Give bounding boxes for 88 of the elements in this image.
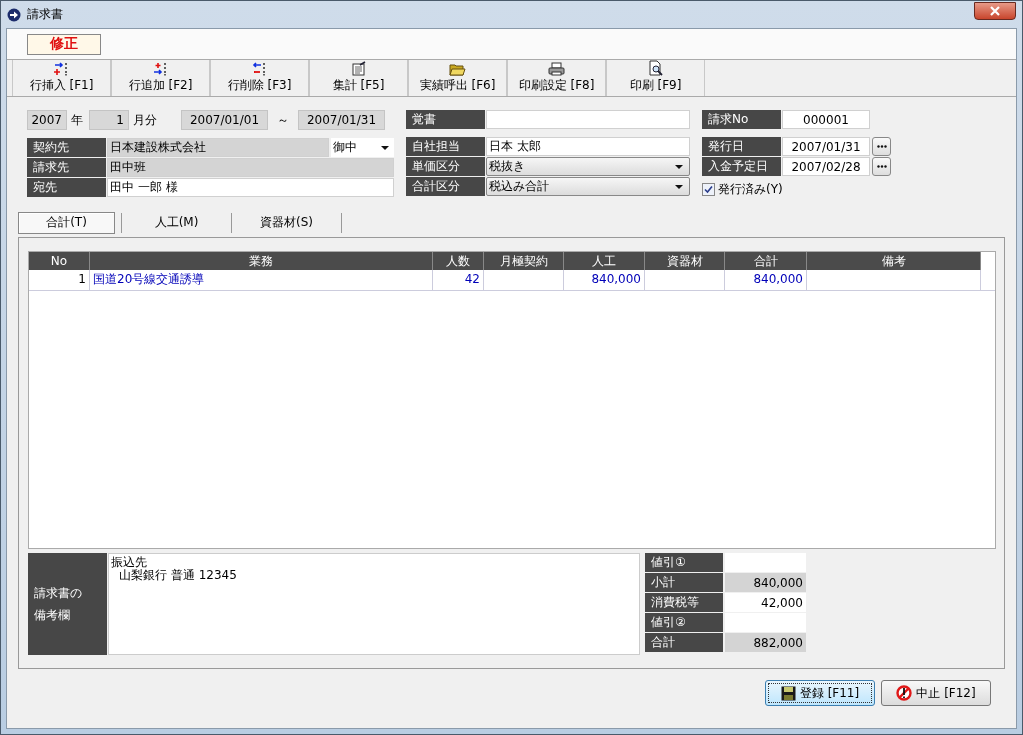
month-unit-label: 月分 <box>133 111 157 129</box>
date-field[interactable]: 2007/02/28 <box>782 157 870 176</box>
year-field[interactable]: 2007 <box>27 110 67 130</box>
tab[interactable]: 合計(T) <box>18 211 115 234</box>
column-header: 業務 <box>90 252 433 270</box>
start-date-field: 2007/01/01 <box>181 110 268 130</box>
close-button[interactable] <box>974 1 1016 20</box>
amount-field[interactable] <box>725 613 806 632</box>
close-icon <box>989 5 1001 16</box>
field-label: 発行日 <box>702 137 781 156</box>
delete-row-icon <box>251 62 268 76</box>
table-cell: 国道20号線交通誘導 <box>90 270 433 290</box>
total-label: 小計 <box>645 573 723 592</box>
dropdown-arrow-icon <box>675 164 683 169</box>
year-unit-label: 年 <box>71 111 83 129</box>
dropdown-arrow-icon <box>675 184 683 189</box>
printer-icon <box>548 62 565 76</box>
month-field[interactable]: 1 <box>89 110 129 130</box>
insert-row-icon <box>53 62 70 76</box>
range-separator: ～ <box>277 111 289 129</box>
cancel-button[interactable]: 中止 [F12] <box>881 680 991 706</box>
column-header: 資器材 <box>645 252 725 270</box>
field-label: 単価区分 <box>406 157 485 176</box>
table-cell: 840,000 <box>564 270 645 290</box>
prohibited-icon <box>896 685 913 701</box>
dropdown[interactable]: 税込み合計 <box>486 177 690 196</box>
amount-field[interactable]: 840,000 <box>725 573 806 592</box>
ellipsis-icon <box>876 165 887 168</box>
toolbar-button[interactable]: 印刷設定 [F8] <box>507 60 606 96</box>
text-field[interactable]: 田中班 <box>107 158 394 177</box>
field-label: 請求先 <box>27 158 106 177</box>
dropdown-arrow-icon <box>381 145 389 150</box>
field-label: 宛先 <box>27 178 106 197</box>
column-header: 備考 <box>807 252 981 270</box>
document-icon <box>350 61 367 76</box>
honorific-dropdown[interactable]: 御中 <box>331 138 394 157</box>
date-picker-button[interactable] <box>872 157 891 176</box>
date-picker-button[interactable] <box>872 137 891 156</box>
memo-field[interactable] <box>486 110 690 129</box>
total-label: 値引① <box>645 553 723 572</box>
ellipsis-icon <box>876 145 887 148</box>
field-label: 合計区分 <box>406 177 485 196</box>
toolbar-button[interactable]: 印刷 [F9] <box>606 60 705 96</box>
add-row-icon <box>152 62 169 76</box>
field-label: 自社担当 <box>406 137 485 156</box>
column-header: No <box>29 252 90 270</box>
invoice-number-field[interactable]: 000001 <box>782 110 870 129</box>
window-title: 請求書 <box>27 6 63 23</box>
total-label: 合計 <box>645 633 723 652</box>
column-header: 合計 <box>725 252 807 270</box>
field-label: 覚書 <box>406 110 485 129</box>
total-label: 値引② <box>645 613 723 632</box>
toolbar-button[interactable]: 行削除 [F3] <box>210 60 309 96</box>
folder-icon <box>449 62 466 76</box>
mode-label: 修正 <box>27 33 101 55</box>
column-header: 人工 <box>564 252 645 270</box>
toolbar-button[interactable]: 実績呼出 [F6] <box>408 60 507 96</box>
remarks-label: 請求書の備考欄 <box>28 553 107 655</box>
arrow-circle-icon <box>7 7 21 22</box>
amount-field[interactable] <box>725 553 806 572</box>
table-cell: 840,000 <box>725 270 807 290</box>
toolbar-button[interactable]: 行追加 [F2] <box>111 60 210 96</box>
remarks-field[interactable]: 振込先 山梨銀行 普通 12345 <box>108 553 640 655</box>
text-field[interactable]: 田中 一郎 様 <box>107 178 394 197</box>
tab[interactable]: 資器材(S) <box>238 211 335 234</box>
field-label: 入金予定日 <box>702 157 781 176</box>
text-field[interactable]: 日本 太郎 <box>486 137 690 156</box>
amount-field[interactable]: 882,000 <box>725 633 806 652</box>
end-date-field: 2007/01/31 <box>298 110 385 130</box>
field-label: 請求No <box>702 110 781 129</box>
text-field[interactable]: 日本建設株式会社 <box>107 138 329 157</box>
field-label: 契約先 <box>27 138 106 157</box>
total-label: 消費税等 <box>645 593 723 612</box>
dropdown[interactable]: 税抜き <box>486 157 690 176</box>
table-cell: 42 <box>433 270 484 290</box>
toolbar-button[interactable]: 集計 [F5] <box>309 60 408 96</box>
date-field[interactable]: 2007/01/31 <box>782 137 870 156</box>
toolbar-button[interactable]: 行挿入 [F1] <box>12 60 111 96</box>
checkbox[interactable] <box>702 183 715 196</box>
save-button[interactable]: 登録 [F11] <box>765 680 875 706</box>
column-header: 人数 <box>433 252 484 270</box>
remarks-line: 山梨銀行 普通 12345 <box>118 569 238 582</box>
amount-field[interactable]: 42,000 <box>725 593 806 612</box>
tab[interactable]: 人工(M) <box>128 211 225 234</box>
remarks-line: 振込先 <box>111 556 148 569</box>
table-cell: 1 <box>29 270 90 290</box>
column-header: 月極契約 <box>484 252 564 270</box>
checkbox-label: 発行済み(Y) <box>718 181 783 198</box>
